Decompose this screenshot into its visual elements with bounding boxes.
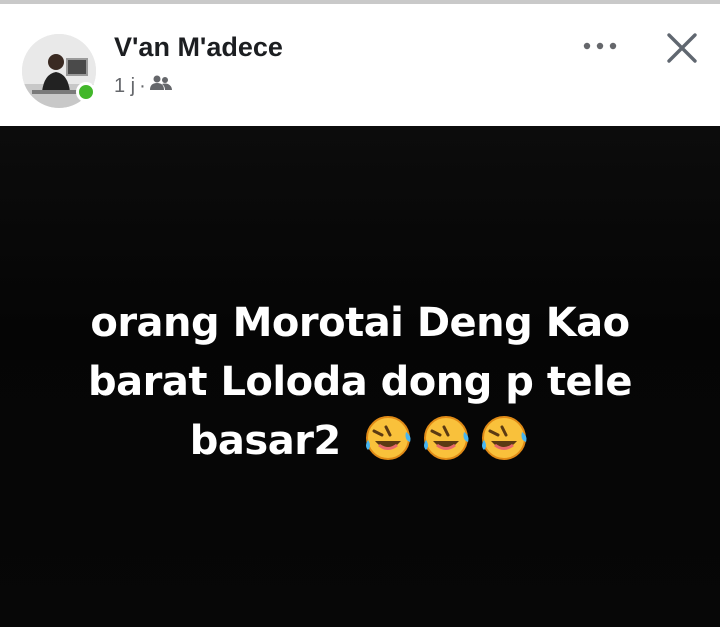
text-line-2: barat Loloda dong p tele: [88, 359, 632, 405]
laughing-emoji-icon: [366, 416, 411, 460]
post-time[interactable]: 1 j: [114, 75, 135, 98]
post-image-text: orang Morotai Deng Kao barat Loloda dong…: [0, 294, 720, 471]
laughing-emoji-icon: [482, 416, 527, 460]
online-status-dot: [76, 82, 96, 102]
laughing-emoji-icon: [424, 416, 469, 460]
more-options-button[interactable]: [578, 30, 622, 62]
text-line-1: orang Morotai Deng Kao: [90, 300, 630, 346]
post-image[interactable]: orang Morotai Deng Kao barat Loloda dong…: [0, 126, 720, 627]
author-name[interactable]: V'an M'adece: [114, 32, 283, 63]
friends-icon: [149, 74, 172, 98]
post-meta: 1 j ·: [114, 74, 172, 98]
more-dots-icon: [583, 42, 617, 50]
meta-separator: ·: [139, 74, 146, 97]
post-header: V'an M'adece 1 j ·: [0, 4, 720, 126]
close-button[interactable]: [660, 26, 704, 70]
emoji-group: [362, 412, 530, 464]
close-icon: [667, 33, 697, 63]
text-line-3: basar2: [0, 412, 720, 471]
text-line-3-label: basar2: [189, 418, 341, 464]
